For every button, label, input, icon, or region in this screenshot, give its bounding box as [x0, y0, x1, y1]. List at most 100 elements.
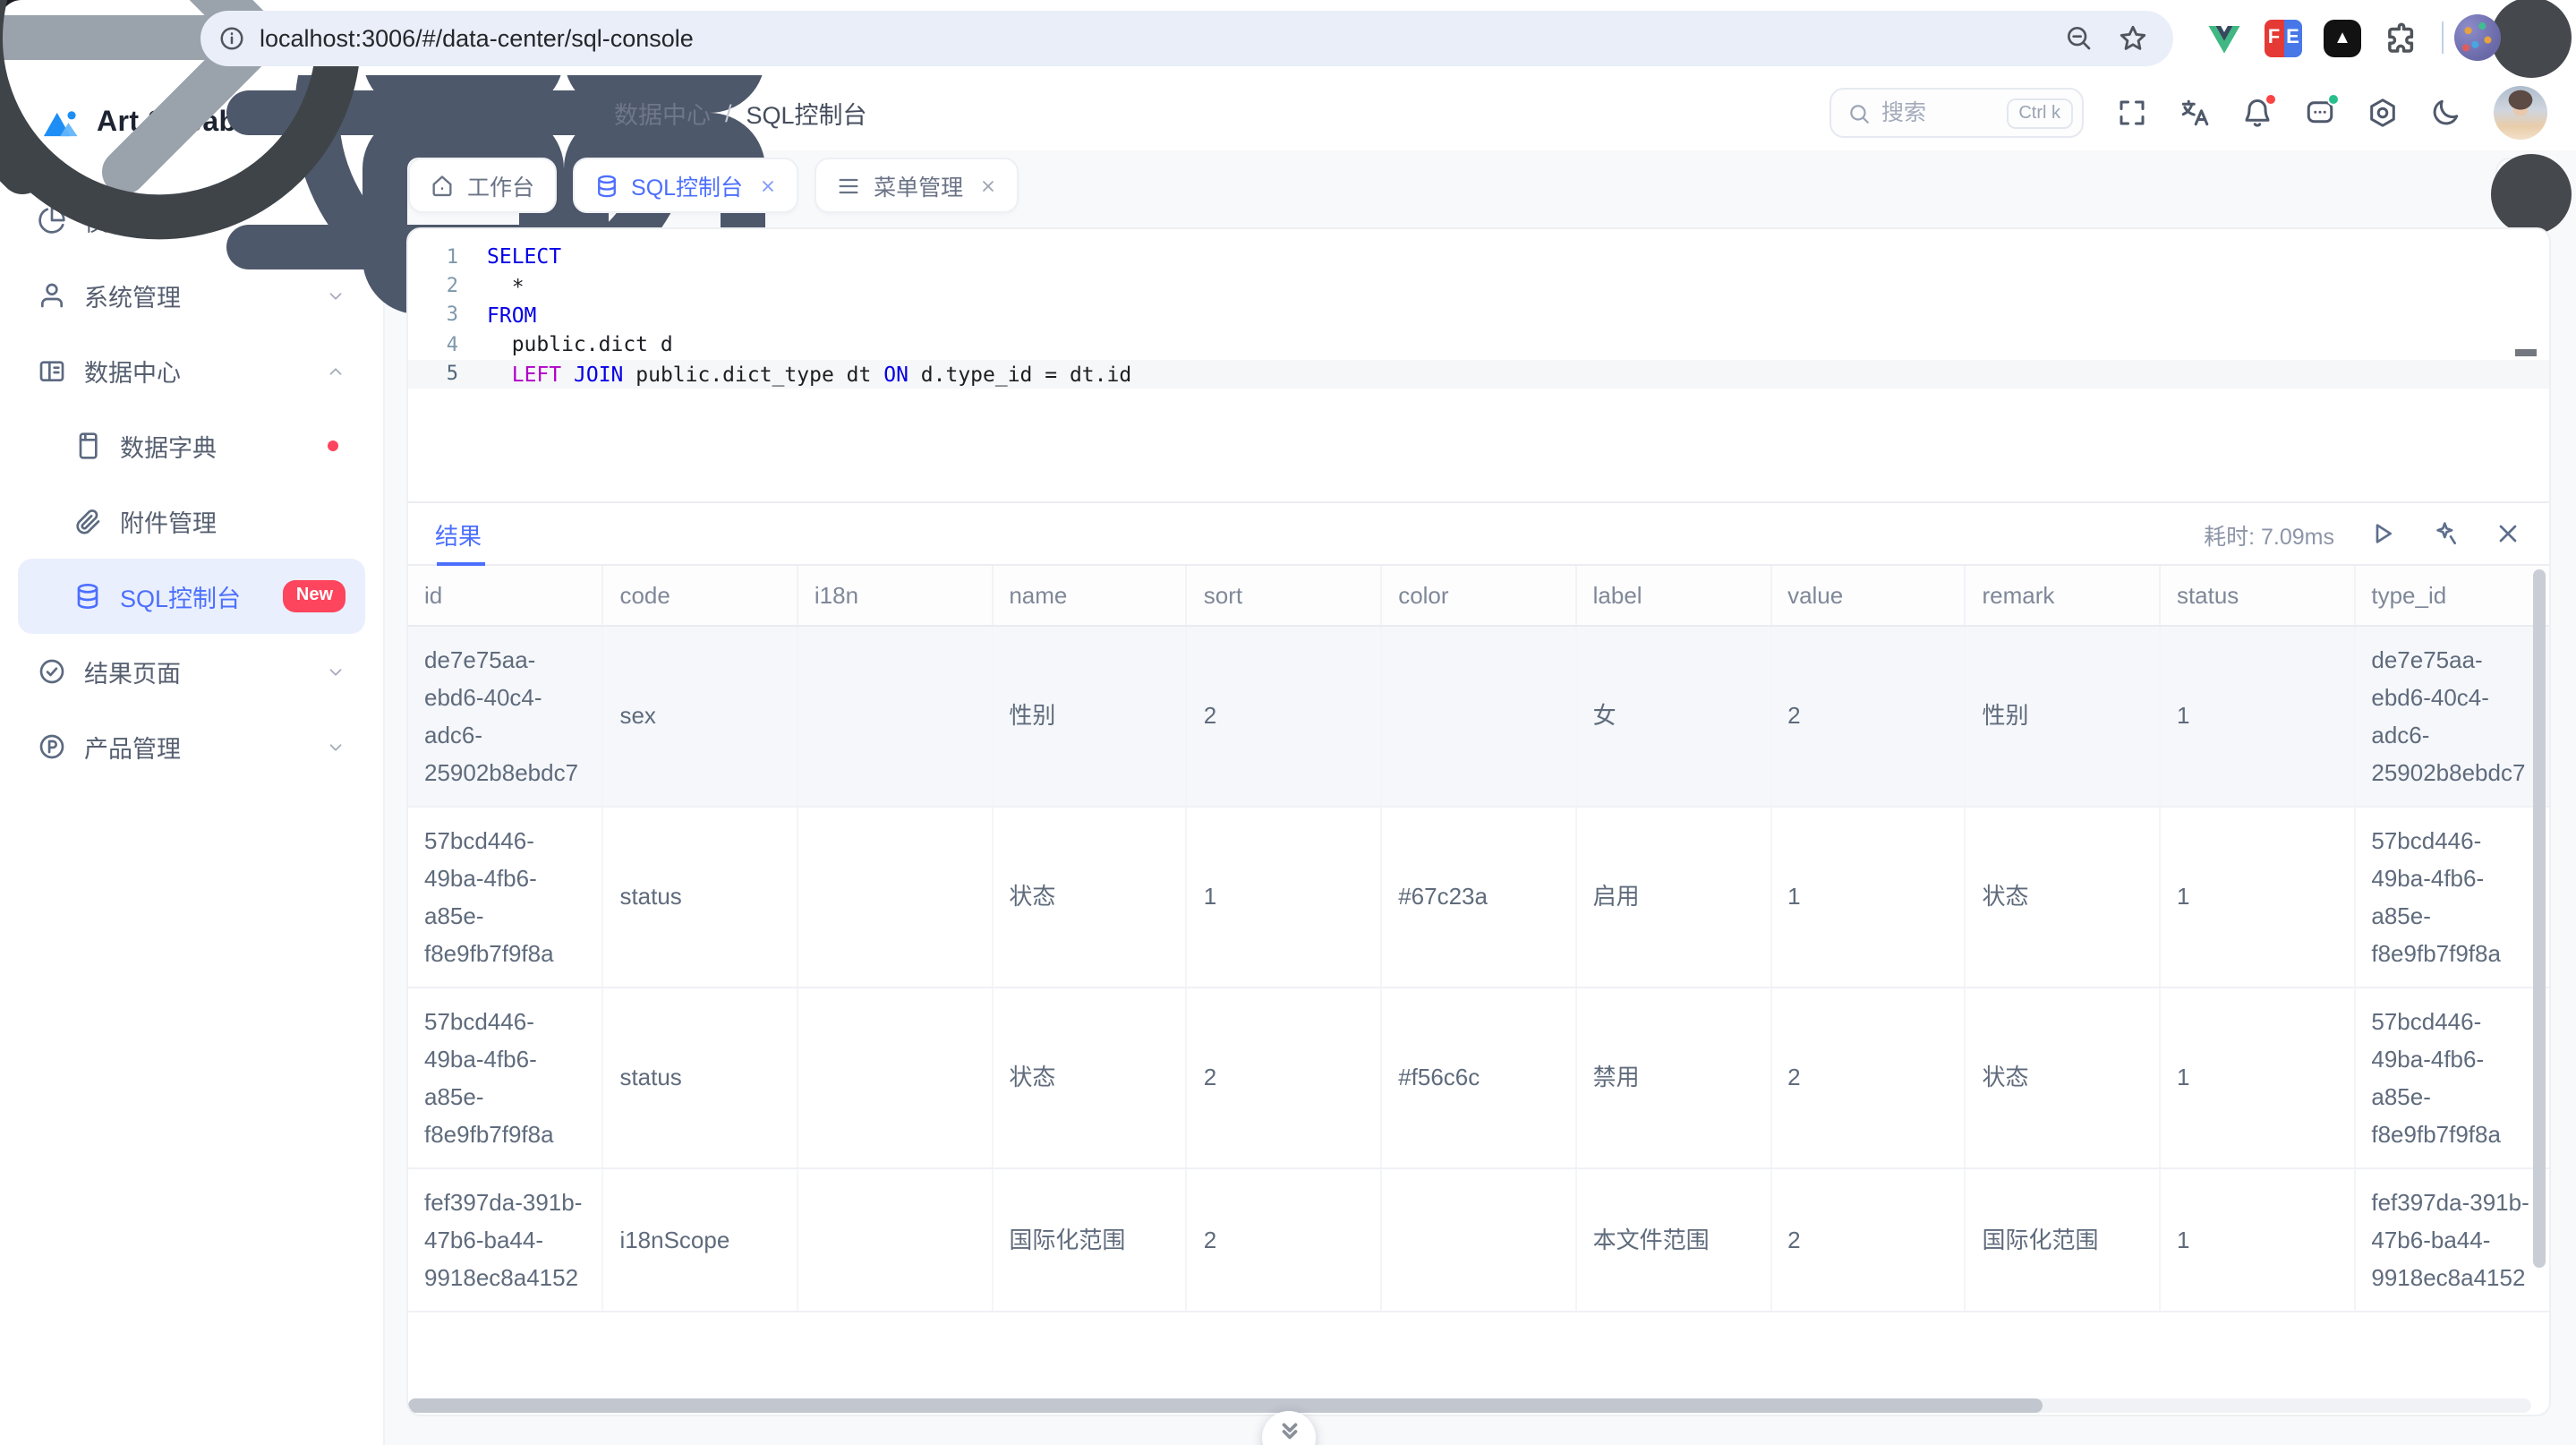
browser-reload-button[interactable] [132, 11, 186, 64]
table-horizontal-scrollbar[interactable] [408, 1398, 2531, 1413]
star-icon[interactable] [2118, 22, 2148, 53]
bell-button[interactable] [2241, 97, 2273, 129]
cell-remark: 状态 [1966, 987, 2160, 1167]
notebook-icon [73, 432, 102, 460]
browser-profile-avatar[interactable] [2454, 14, 2501, 61]
cell-value: 2 [1770, 625, 1965, 806]
play-icon [2368, 519, 2397, 548]
sidebar-item-label: 数据字典 [120, 428, 217, 464]
tab-工作台[interactable]: 工作台 [408, 158, 556, 213]
sidebar-item-附件管理[interactable]: 附件管理 [18, 483, 365, 559]
settings-button[interactable] [2367, 97, 2399, 129]
table-row[interactable]: fef397da-391b-47b6-ba44-9918ec8a4152 i18n… [408, 1167, 2549, 1311]
search-shortcut: Ctrl k [2006, 98, 2073, 128]
address-bar[interactable]: localhost:3006/#/data-center/sql-console [200, 10, 2173, 65]
sql-editor[interactable]: 1SELECT2 *3FROM4 public.dict d5 LEFT JOI… [408, 229, 2549, 501]
tab-菜单管理[interactable]: 菜单管理 [815, 158, 1019, 213]
code-line-3: 3FROM [408, 301, 2549, 330]
data-center-icon [38, 356, 66, 385]
search-input[interactable] [1881, 100, 1982, 125]
table-row[interactable]: 57bcd446-49ba-4fb6-a85e-f8e9fb7f9f8astat… [408, 987, 2549, 1167]
cell-i18n [798, 806, 992, 987]
new-badge: New [284, 580, 345, 612]
elapsed-time: 耗时: 7.09ms [2204, 517, 2334, 551]
column-header-i18n: i18n [798, 566, 992, 625]
user-avatar[interactable] [2494, 86, 2547, 140]
moon-button[interactable] [2429, 97, 2461, 129]
cell-type_id: fef397da-391b-47b6-ba44-9918ec8a4152 [2354, 1167, 2549, 1311]
cell-id: de7e75aa-ebd6-40c4-adc6-25902b8ebdc7 [408, 625, 602, 806]
cell-type_id: 57bcd446-49ba-4fb6-a85e-f8e9fb7f9f8a [2354, 987, 2549, 1167]
table-row[interactable]: 57bcd446-49ba-4fb6-a85e-f8e9fb7f9f8astat… [408, 806, 2549, 987]
format-sql-button[interactable] [2431, 519, 2460, 548]
tab-close-icon[interactable] [759, 176, 777, 194]
cell-status: 1 [2160, 1167, 2354, 1311]
database-icon [73, 582, 102, 611]
sidebar-item-结果页面[interactable]: 结果页面 [18, 634, 365, 709]
column-header-status: status [2160, 566, 2354, 625]
magic-icon [2431, 519, 2460, 548]
sidebar-item-label: SQL控制台 [120, 578, 241, 614]
line-number: 3 [408, 304, 487, 327]
sidebar-item-label: 产品管理 [84, 729, 181, 765]
breadcrumb-root[interactable]: 数据中心 [614, 95, 711, 131]
cell-sort: 1 [1187, 806, 1381, 987]
sidebar-item-产品管理[interactable]: 产品管理 [18, 709, 365, 784]
cell-sort: 2 [1187, 625, 1381, 806]
code-text: SELECT [487, 244, 561, 269]
translate-button[interactable] [2179, 97, 2211, 129]
breadcrumb-separator: / [725, 99, 732, 126]
status-dot [2265, 93, 2277, 106]
close-results-button[interactable] [2494, 519, 2522, 548]
results-tab[interactable]: 结果 [435, 503, 482, 564]
status-dot [2327, 93, 2340, 106]
menu-icon [836, 173, 861, 198]
cell-color [1381, 1167, 1575, 1311]
check-circle-icon [38, 657, 66, 686]
column-header-sort: sort [1187, 566, 1381, 625]
chat-button[interactable] [2304, 97, 2336, 129]
info-icon[interactable] [218, 24, 245, 51]
cell-remark: 国际化范围 [1966, 1167, 2160, 1311]
run-query-button[interactable] [2368, 519, 2397, 548]
tab-SQL控制台[interactable]: SQL控制台 [572, 158, 798, 213]
cell-name: 国际化范围 [992, 1167, 1186, 1311]
breadcrumb-current[interactable]: SQL控制台 [746, 95, 867, 131]
cell-remark: 性别 [1966, 625, 2160, 806]
cell-code: i18nScope [602, 1167, 797, 1311]
cell-status: 1 [2160, 987, 2354, 1167]
cell-label: 女 [1576, 625, 1770, 806]
table-hscroll-thumb[interactable] [408, 1398, 2043, 1413]
home-icon [430, 173, 455, 198]
zoom-out-icon[interactable] [2064, 23, 2093, 52]
tab-close-icon[interactable] [979, 176, 997, 194]
cell-id: 57bcd446-49ba-4fb6-a85e-f8e9fb7f9f8a [408, 806, 602, 987]
cell-sort: 2 [1187, 987, 1381, 1167]
unread-dot [328, 440, 338, 451]
line-number: 5 [408, 363, 487, 386]
sidebar-item-SQL控制台[interactable]: SQL控制台 New [18, 559, 365, 634]
results-table: idcodei18nnamesortcolorlabelvalueremarks… [408, 566, 2549, 1312]
sidebar-item-数据字典[interactable]: 数据字典 [18, 408, 365, 483]
table-vertical-scrollbar[interactable] [2533, 569, 2546, 1415]
database-icon [593, 173, 618, 198]
cell-i18n [798, 1167, 992, 1311]
global-search[interactable]: Ctrl k [1830, 88, 2084, 138]
table-header-row: idcodei18nnamesortcolorlabelvalueremarks… [408, 566, 2549, 625]
table-row[interactable]: de7e75aa-ebd6-40c4-adc6-25902b8ebdc7sex性… [408, 625, 2549, 806]
apps-grid-button[interactable] [546, 95, 582, 131]
table-vscroll-thumb[interactable] [2533, 569, 2546, 1268]
screen: localhost:3006/#/data-center/sql-console… [0, 0, 2576, 1445]
fullscreen-button[interactable] [2116, 97, 2148, 129]
search-icon [1847, 101, 1871, 124]
url-text: localhost:3006/#/data-center/sql-console [260, 24, 2050, 51]
cell-type_id: de7e75aa-ebd6-40c4-adc6-25902b8ebdc7 [2354, 625, 2549, 806]
paperclip-icon [73, 507, 102, 535]
cell-color: #f56c6c [1381, 987, 1575, 1167]
column-header-name: name [992, 566, 1186, 625]
vue-devtools-icon[interactable] [2205, 19, 2243, 56]
p-circle-icon [38, 732, 66, 761]
cell-remark: 状态 [1966, 806, 2160, 987]
column-header-type_id: type_id [2354, 566, 2549, 625]
browser-menu-button[interactable] [2504, 11, 2558, 64]
